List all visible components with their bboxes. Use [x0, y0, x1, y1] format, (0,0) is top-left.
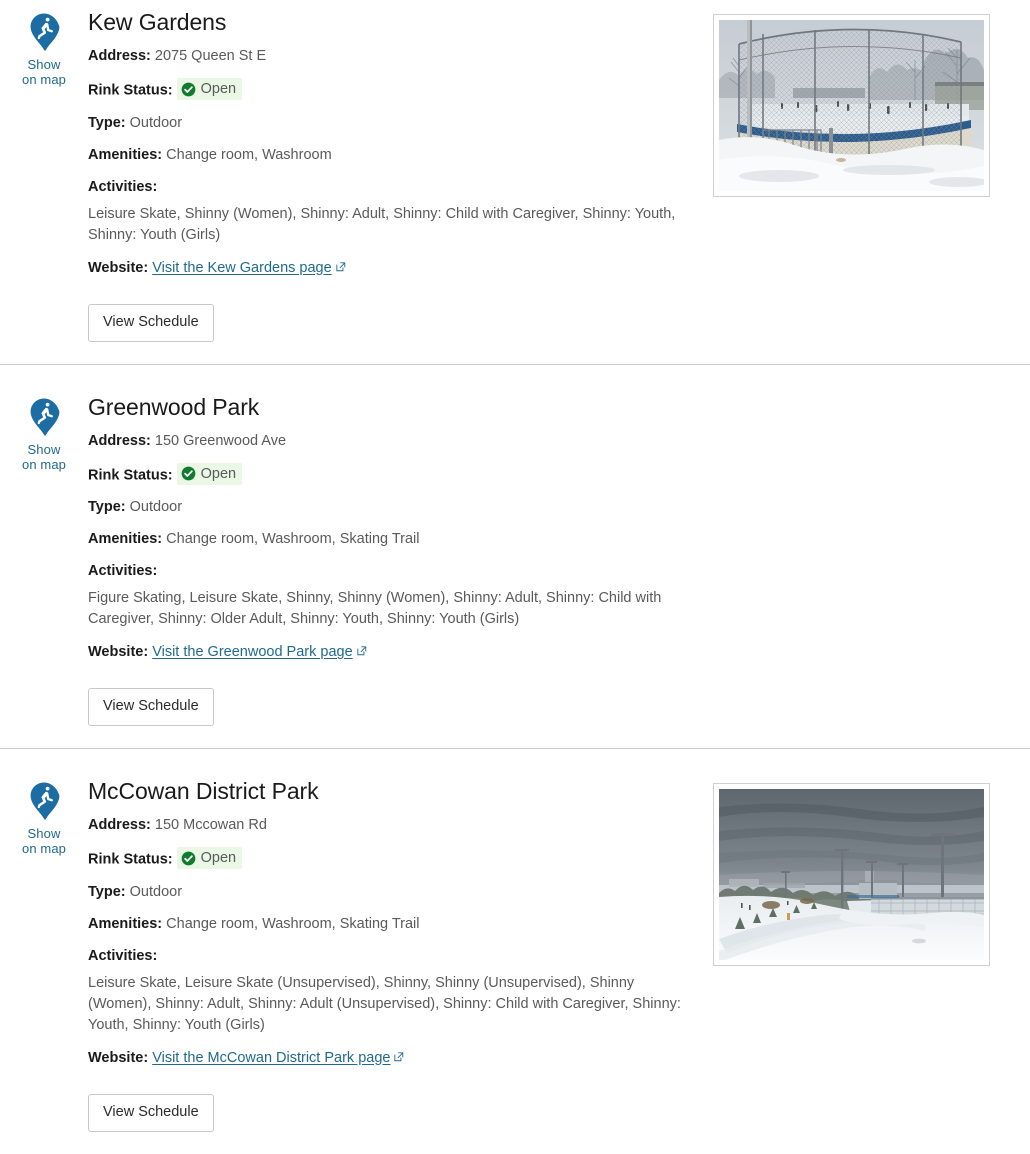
show-on-map-line1: Show — [27, 441, 61, 457]
status-badge: Open — [176, 462, 243, 485]
address-value: 150 Greenwood Ave — [154, 432, 287, 449]
rink-status-label: Rink Status: — [88, 851, 173, 868]
status-text: Open — [200, 81, 237, 97]
website-row: Website: Visit the McCowan District Park… — [88, 1048, 698, 1068]
view-schedule-button[interactable]: View Schedule — [88, 688, 214, 726]
rink-entry: Show on map McCowan District Park Addres… — [0, 748, 1030, 1154]
website-link[interactable]: Visit the McCowan District Park page — [152, 1050, 404, 1066]
amenities-row: Amenities: Change room, Washroom, Skatin… — [88, 914, 698, 934]
type-value: Outdoor — [129, 883, 183, 900]
rink-photo-frame — [713, 783, 990, 966]
type-label: Type: — [88, 499, 126, 515]
show-on-map-line1: Show — [27, 826, 61, 841]
address-row: Address: 150 Greenwood Ave — [88, 431, 698, 451]
show-on-map-label: Show on map — [22, 442, 66, 472]
external-link-icon — [394, 1048, 404, 1061]
view-schedule-button[interactable]: View Schedule — [88, 303, 214, 342]
website-link-text: Visit the McCowan District Park page — [152, 1049, 391, 1066]
rink-name: McCowan District Park — [88, 778, 319, 804]
rink-entry: Show on map Greenwood Park Address: 150 … — [0, 363, 1030, 749]
type-label: Type: — [88, 114, 126, 131]
address-value: 150 Mccowan Rd — [154, 817, 267, 833]
rink-entry: Show on map Kew Gardens Address: 2075 Qu… — [0, 0, 1030, 364]
show-on-map-line1: Show — [27, 57, 61, 72]
show-on-map-link[interactable]: Show on map — [0, 769, 88, 856]
status-badge: Open — [176, 847, 243, 869]
type-row: Type: Outdoor — [88, 882, 698, 902]
activities-value: Leisure Skate, Shinny (Women), Shinny: A… — [88, 205, 676, 243]
check-circle-icon — [181, 82, 196, 97]
rink-info: McCowan District Park Address: 150 Mccow… — [88, 769, 698, 1154]
address-row: Address: 150 Mccowan Rd — [88, 815, 698, 835]
activities-value: Leisure Skate, Leisure Skate (Unsupervis… — [88, 974, 681, 1033]
website-label: Website: — [88, 259, 149, 276]
amenities-label: Amenities: — [88, 146, 163, 163]
type-label: Type: — [88, 883, 126, 900]
rink-info: Greenwood Park Address: 150 Greenwood Av… — [88, 385, 698, 749]
rink-photo-container — [698, 385, 990, 399]
map-pin-skater-icon — [27, 12, 61, 56]
activities-label: Activities: — [88, 563, 158, 579]
address-label: Address: — [88, 817, 151, 833]
rink-photo-kew-gardens — [719, 20, 984, 191]
amenities-value: Change room, Washroom, Skating Trail — [166, 915, 420, 932]
amenities-value: Change room, Washroom — [166, 146, 332, 163]
website-label: Website: — [88, 644, 149, 660]
activities-label: Activities: — [88, 947, 158, 964]
activities-label: Activities: — [88, 178, 158, 195]
type-value: Outdoor — [129, 114, 183, 131]
show-on-map-label: Show on map — [22, 826, 66, 856]
map-pin-skater-icon — [27, 781, 61, 825]
rink-info: Kew Gardens Address: 2075 Queen St E Rin… — [88, 0, 698, 364]
amenities-label: Amenities: — [88, 915, 163, 932]
rink-status-label: Rink Status: — [88, 82, 173, 99]
website-link-text: Visit the Kew Gardens page — [152, 259, 332, 276]
activities-value: Figure Skating, Leisure Skate, Shinny, S… — [88, 590, 662, 627]
rink-name: Greenwood Park — [88, 393, 260, 420]
rink-photo-mccowan-district-park — [719, 789, 984, 960]
rink-photo-container — [698, 0, 990, 197]
address-value: 2075 Queen St E — [154, 48, 267, 64]
show-on-map-line2: on map — [22, 456, 66, 472]
rink-status-row: Rink Status: Open — [88, 462, 698, 486]
show-on-map-link[interactable]: Show on map — [0, 0, 88, 87]
map-pin-skater-icon — [27, 397, 61, 441]
type-row: Type: Outdoor — [88, 497, 698, 517]
status-badge: Open — [176, 78, 243, 100]
website-label: Website: — [88, 1049, 149, 1066]
amenities-row: Amenities: Change room, Washroom, Skatin… — [88, 529, 698, 549]
address-label: Address: — [88, 432, 151, 449]
external-link-icon — [336, 258, 346, 271]
check-circle-icon — [181, 851, 196, 866]
external-link-icon — [357, 642, 367, 656]
website-link[interactable]: Visit the Kew Gardens page — [152, 260, 345, 276]
status-text: Open — [200, 465, 237, 482]
check-circle-icon — [181, 466, 196, 481]
rink-status-row: Rink Status: Open — [88, 847, 698, 870]
view-schedule-button[interactable]: View Schedule — [88, 1093, 214, 1132]
website-link[interactable]: Visit the Greenwood Park page — [152, 644, 366, 660]
website-row: Website: Visit the Greenwood Park page — [88, 642, 698, 662]
rink-status-row: Rink Status: Open — [88, 78, 698, 101]
type-value: Outdoor — [129, 499, 183, 515]
show-on-map-line2: on map — [22, 72, 66, 87]
show-on-map-line2: on map — [22, 841, 66, 856]
amenities-row: Amenities: Change room, Washroom — [88, 145, 698, 165]
address-row: Address: 2075 Queen St E — [88, 46, 698, 66]
website-link-text: Visit the Greenwood Park page — [152, 644, 353, 660]
rink-results-list: Show on map Kew Gardens Address: 2075 Qu… — [0, 0, 1030, 1154]
show-on-map-label: Show on map — [22, 57, 66, 87]
rink-status-label: Rink Status: — [88, 467, 173, 483]
show-on-map-link[interactable]: Show on map — [0, 385, 88, 472]
status-text: Open — [200, 850, 237, 866]
address-label: Address: — [88, 48, 151, 64]
rink-photo-frame — [713, 14, 990, 197]
type-row: Type: Outdoor — [88, 113, 698, 133]
amenities-label: Amenities: — [88, 531, 163, 547]
amenities-value: Change room, Washroom, Skating Trail — [166, 531, 420, 547]
website-row: Website: Visit the Kew Gardens page — [88, 258, 698, 278]
rink-name: Kew Gardens — [88, 9, 227, 35]
rink-photo-container — [698, 769, 990, 966]
